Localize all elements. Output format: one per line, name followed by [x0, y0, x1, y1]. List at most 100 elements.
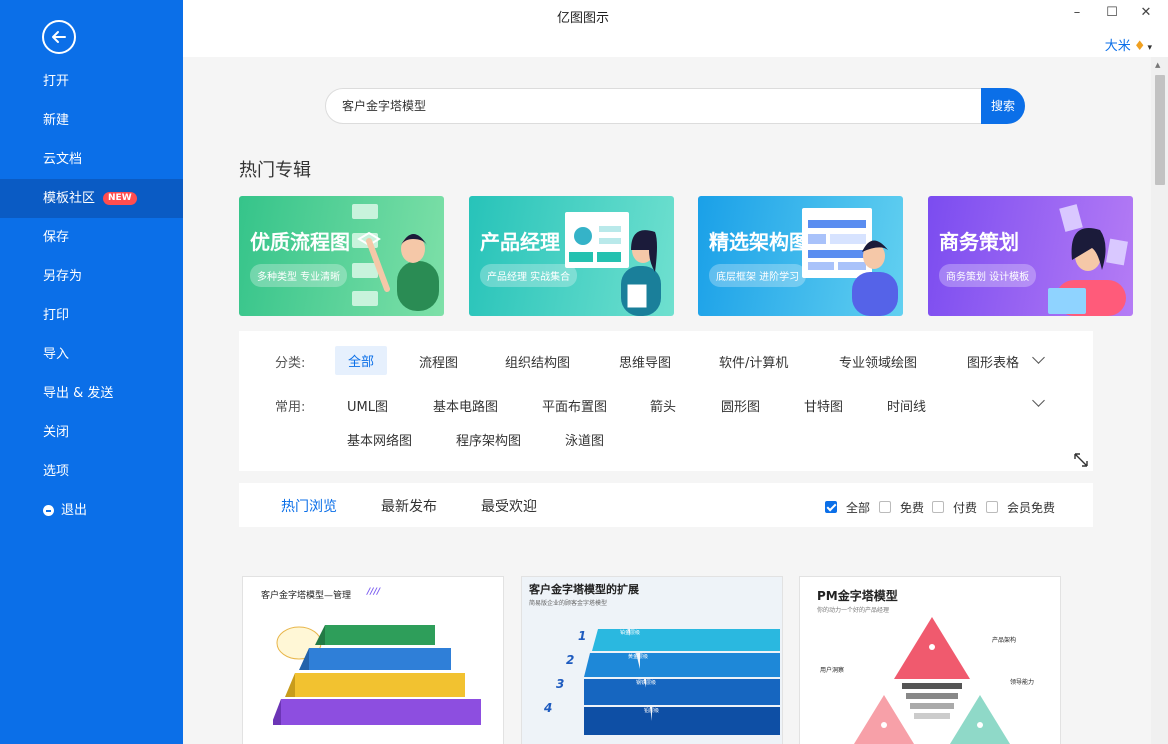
step-number: 2 — [566, 653, 575, 667]
sidebar-item-save-as[interactable]: 另存为 — [0, 257, 183, 296]
banner-subtitle: 底层框架 进阶学习 — [709, 264, 807, 287]
category-org-chart[interactable]: 组织结构图 — [505, 352, 570, 371]
common-circuit[interactable]: 基本电路图 — [433, 396, 498, 415]
sidebar-item-export-send[interactable]: 导出 & 发送 — [0, 374, 183, 413]
sidebar-item-save[interactable]: 保存 — [0, 218, 183, 257]
common-uml[interactable]: UML图 — [347, 396, 388, 415]
checkbox-member-free-label: 会员免费 — [1007, 501, 1056, 515]
banner-product-manager[interactable]: 产品经理 产品经理 实战集合 — [469, 196, 674, 316]
category-professional[interactable]: 专业领域绘图 — [839, 352, 917, 371]
tab-latest[interactable]: 最新发布 — [381, 496, 437, 516]
template-card[interactable]: PM金字塔模型 你的动力一个好的产品经理 产品架构 用户洞察 领导能力 — [799, 576, 1061, 744]
template-title: 客户金字塔模型的扩展 — [529, 583, 639, 596]
sidebar-item-cloud-docs[interactable]: 云文档 — [0, 140, 183, 179]
banner-title: 商务策划 — [939, 230, 1019, 254]
new-badge: NEW — [103, 192, 137, 205]
sidebar-item-print[interactable]: 打印 — [0, 296, 183, 335]
tab-hot[interactable]: 热门浏览 — [281, 496, 337, 516]
layered-pyramid-diagram — [584, 629, 780, 735]
common-timeline[interactable]: 时间线 — [887, 396, 926, 415]
layer-label: 铅层级 — [644, 708, 660, 714]
sidebar-item-label: 导出 & 发送 — [43, 386, 114, 401]
category-label: 分类: — [275, 356, 306, 371]
business-illustration — [1048, 204, 1128, 316]
sidebar-item-label: 打开 — [43, 74, 70, 89]
sidebar: 打开 新建 云文档 模板社区 NEW 保存 另存为 打印 导入 导出 & 发送 关… — [0, 0, 183, 744]
user-name: 大米 — [1104, 39, 1131, 54]
pyramid-diagram — [273, 625, 481, 725]
sidebar-item-options[interactable]: 选项 — [0, 452, 183, 491]
sidebar-item-label: 导入 — [43, 347, 70, 362]
category-all[interactable]: 全部 — [335, 346, 388, 375]
sidebar-item-label: 另存为 — [43, 269, 83, 284]
step-number: 3 — [556, 677, 565, 691]
sidebar-item-new[interactable]: 新建 — [0, 101, 183, 140]
vertical-scrollbar[interactable]: ▲ — [1151, 57, 1168, 744]
diamond-icon: ♦ — [1133, 39, 1146, 54]
category-mind-map[interactable]: 思维导图 — [619, 352, 671, 371]
sidebar-item-close[interactable]: 关闭 — [0, 413, 183, 452]
user-menu[interactable]: 大米 ♦ ▾ — [1105, 35, 1152, 54]
search-button[interactable]: 搜索 — [981, 88, 1025, 124]
step-number: 4 — [544, 701, 553, 715]
checkbox-member-free[interactable] — [986, 501, 998, 513]
banner-title: 精选架构图 — [709, 230, 809, 254]
sidebar-item-label: 选项 — [43, 464, 70, 479]
scroll-up-icon[interactable]: ▲ — [1155, 61, 1160, 69]
category-graphic-table[interactable]: 图形表格 — [967, 352, 1019, 371]
common-arrow[interactable]: 箭头 — [650, 396, 676, 415]
checkbox-all-label: 全部 — [846, 501, 871, 515]
featured-section-title: 热门专辑 — [239, 160, 311, 181]
common-swimlane[interactable]: 泳道图 — [565, 430, 604, 449]
banner-subtitle: 多种类型 专业清晰 — [250, 264, 348, 287]
checkbox-paid-label: 付费 — [953, 501, 978, 515]
template-title: 客户金字塔模型—管理 — [261, 591, 352, 601]
presentation-illustration — [565, 212, 661, 316]
pyramid-label: 用户洞察 — [820, 667, 845, 674]
common-program-architecture[interactable]: 程序架构图 — [456, 430, 521, 449]
common-gantt[interactable]: 甘特图 — [804, 396, 843, 415]
pyramid-label: 领导能力 — [1010, 679, 1035, 686]
back-arrow-icon[interactable] — [42, 20, 76, 54]
common-circle-chart[interactable]: 圆形图 — [721, 396, 760, 415]
sort-tabs-bar: 热门浏览 最新发布 最受欢迎 全部 免费 付费 会员免费 — [239, 483, 1093, 527]
sidebar-item-label: 云文档 — [43, 152, 83, 167]
sidebar-item-template-community[interactable]: 模板社区 NEW — [0, 179, 183, 218]
window-title: 亿图图示 — [556, 11, 609, 26]
sidebar-item-label: 保存 — [43, 230, 70, 245]
minus-circle-icon — [43, 505, 54, 516]
template-card[interactable]: 客户金字塔模型—管理 //// — [242, 576, 504, 744]
chevron-down-icon[interactable] — [1032, 394, 1045, 407]
close-button[interactable]: ✕ — [1136, 5, 1156, 20]
banner-title: 产品经理 — [480, 230, 560, 254]
checkbox-all[interactable] — [825, 501, 837, 513]
checkbox-free[interactable] — [879, 501, 891, 513]
sidebar-menu: 打开 新建 云文档 模板社区 NEW 保存 另存为 打印 导入 导出 & 发送 关… — [0, 62, 183, 530]
common-label: 常用: — [275, 400, 306, 415]
title-bar: 亿图图示 – ☐ ✕ 大米 ♦ ▾ — [183, 0, 1168, 57]
maximize-button[interactable]: ☐ — [1102, 5, 1122, 20]
template-community-panel: 搜索 热门专辑 优质流程图 多种类型 专业清晰 产品经理 产品经理 实战集合 — [183, 57, 1151, 744]
common-network[interactable]: 基本网络图 — [347, 430, 412, 449]
search-input[interactable] — [340, 97, 964, 113]
banner-flowchart[interactable]: 优质流程图 多种类型 专业清晰 — [239, 196, 444, 316]
banner-architecture[interactable]: 精选架构图 底层框架 进阶学习 — [698, 196, 903, 316]
minimize-button[interactable]: – — [1067, 5, 1087, 20]
banner-title: 优质流程图 — [250, 230, 350, 254]
chevron-down-icon[interactable] — [1032, 351, 1045, 364]
category-software[interactable]: 软件/计算机 — [719, 352, 788, 371]
sidebar-item-exit[interactable]: 退出 — [0, 491, 183, 530]
architecture-illustration — [802, 208, 898, 316]
sidebar-item-open[interactable]: 打开 — [0, 62, 183, 101]
scrollbar-thumb[interactable] — [1155, 75, 1165, 185]
expand-icon[interactable] — [1073, 452, 1089, 468]
banner-business-plan[interactable]: 商务策划 商务策划 设计模板 — [928, 196, 1133, 316]
category-flowchart[interactable]: 流程图 — [419, 352, 458, 371]
template-card[interactable]: 客户金字塔模型的扩展 简易版企业的顾客金字塔模型 1 2 3 4 铂金层级 黄金… — [521, 576, 783, 744]
common-floor-plan[interactable]: 平面布置图 — [542, 396, 607, 415]
sidebar-item-label: 关闭 — [43, 425, 70, 440]
tab-popular[interactable]: 最受欢迎 — [481, 496, 537, 516]
checkbox-paid[interactable] — [932, 501, 944, 513]
sidebar-item-import[interactable]: 导入 — [0, 335, 183, 374]
sidebar-item-label: 新建 — [43, 113, 70, 128]
